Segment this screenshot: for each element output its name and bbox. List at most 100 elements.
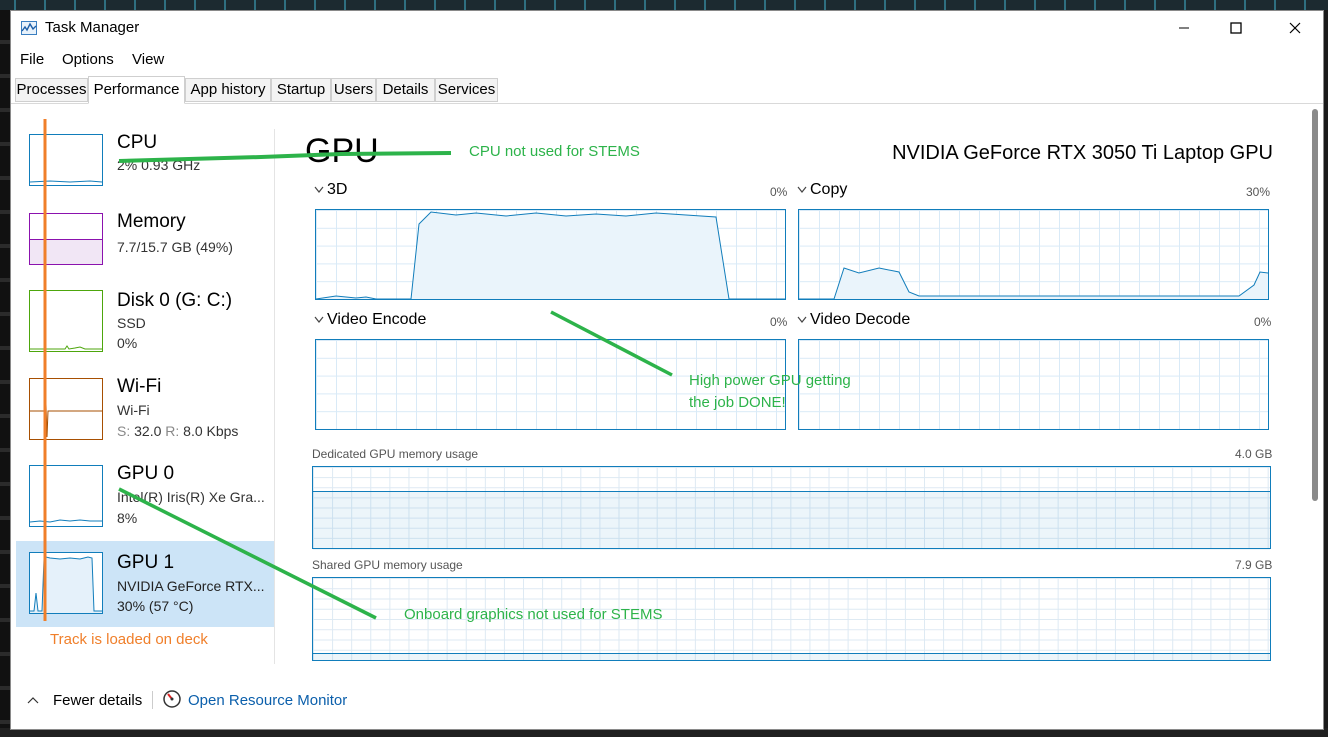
engine-copy-graph: [798, 209, 1269, 300]
chevron-down-icon[interactable]: [314, 316, 324, 324]
sidebar-disk-type: SSD: [117, 315, 146, 331]
disk-thumbnail-graph: [30, 345, 102, 350]
gpu0-thumbnail-graph: [29, 519, 102, 523]
shared-memory-label: Shared GPU memory usage: [312, 558, 463, 572]
scrollbar[interactable]: [1312, 109, 1318, 501]
engine-video-decode-label[interactable]: Video Decode: [810, 311, 910, 329]
shared-memory-max: 7.9 GB: [1235, 558, 1273, 572]
chevron-down-icon[interactable]: [797, 186, 807, 194]
tab-processes[interactable]: Processes: [15, 78, 88, 102]
task-manager-icon: [21, 21, 37, 35]
menu-file[interactable]: File: [20, 51, 44, 68]
close-button[interactable]: [1272, 11, 1318, 45]
tab-startup[interactable]: Startup: [271, 78, 331, 102]
wifi-thumbnail: [29, 378, 103, 440]
engine-copy-percent: 30%: [1246, 185, 1271, 199]
sidebar-gpu1-model: NVIDIA GeForce RTX...: [117, 578, 265, 594]
annotation-gpu-high-line2: the job DONE!: [689, 394, 786, 411]
tab-bar: Processes Performance App history Startu…: [11, 73, 1323, 104]
resource-sidebar: CPU 2% 0.93 GHz Memory 7.7/15.7 GB (49%)…: [16, 123, 276, 627]
sidebar-item-cpu[interactable]: CPU 2% 0.93 GHz: [16, 127, 274, 209]
sidebar-wifi-throughput: S: 32.0 R: 8.0 Kbps: [117, 423, 238, 439]
page-title: GPU: [305, 132, 379, 170]
sidebar-cpu-detail: 2% 0.93 GHz: [117, 157, 201, 173]
wifi-receive-value: 8.0 Kbps: [183, 423, 239, 439]
maximize-button[interactable]: [1213, 11, 1259, 45]
sidebar-item-gpu0[interactable]: GPU 0 Intel(R) Iris(R) Xe Gra... 8%: [16, 458, 274, 540]
engine-video-encode-label[interactable]: Video Encode: [327, 311, 426, 329]
sidebar-divider: [274, 129, 275, 664]
engine-video-decode-graph: [798, 339, 1269, 430]
sidebar-item-memory[interactable]: Memory 7.7/15.7 GB (49%): [16, 206, 274, 288]
sidebar-memory-name: Memory: [117, 211, 186, 232]
close-icon: [1289, 22, 1301, 34]
engine-video-encode-percent: 0%: [770, 315, 788, 329]
engine-video-decode-percent: 0%: [1254, 315, 1272, 329]
window-title: Task Manager: [45, 19, 140, 36]
sidebar-item-wifi[interactable]: Wi-Fi Wi-Fi S: 32.0 R: 8.0 Kbps: [16, 371, 274, 453]
annotation-track: Track is loaded on deck: [50, 631, 208, 648]
footer: Fewer details Open Resource Monitor: [11, 683, 1323, 723]
tab-performance[interactable]: Performance: [88, 76, 185, 104]
dedicated-memory-fill: [313, 491, 1270, 550]
engine-3d-label[interactable]: 3D: [327, 181, 347, 199]
sidebar-gpu0-usage: 8%: [117, 510, 138, 526]
annotation-onboard: Onboard graphics not used for STEMS: [404, 606, 663, 623]
engine-copy-graph-line: [799, 267, 1268, 299]
sidebar-wifi-adapter: Wi-Fi: [117, 402, 150, 418]
resource-monitor-icon: [163, 690, 181, 708]
menu-bar: File Options View: [11, 49, 1323, 73]
annotation-gpu-high-line1: High power GPU getting: [689, 372, 851, 389]
wifi-receive-label: R:: [165, 423, 180, 439]
title-bar[interactable]: Task Manager: [11, 11, 1323, 47]
minimize-button[interactable]: [1161, 11, 1207, 45]
tab-services[interactable]: Services: [435, 78, 498, 102]
shared-memory-fill: [313, 653, 1270, 660]
chevron-down-icon[interactable]: [314, 186, 324, 194]
engine-copy-label[interactable]: Copy: [810, 181, 847, 199]
engine-3d-percent: 0%: [770, 185, 788, 199]
dedicated-memory-max: 4.0 GB: [1235, 447, 1273, 461]
footer-divider: [152, 691, 153, 709]
tab-app-history[interactable]: App history: [185, 78, 271, 102]
open-resource-monitor-link[interactable]: Open Resource Monitor: [188, 692, 347, 709]
sidebar-item-disk[interactable]: Disk 0 (G: C:) SSD 0%: [16, 283, 274, 365]
menu-options[interactable]: Options: [62, 51, 114, 68]
background-strip: [0, 0, 1328, 10]
minimize-icon: [1179, 27, 1189, 29]
fewer-details-link[interactable]: Fewer details: [53, 692, 142, 709]
gpu0-thumbnail: [29, 465, 103, 527]
task-manager-window: Task Manager File Options View Processes…: [10, 10, 1324, 730]
chevron-down-icon[interactable]: [797, 316, 807, 324]
sidebar-disk-name: Disk 0 (G: C:): [117, 290, 233, 311]
disk-thumbnail: [29, 290, 103, 352]
dedicated-memory-graph: [312, 466, 1271, 550]
sidebar-wifi-name: Wi-Fi: [117, 376, 162, 397]
engine-3d-graph: [315, 209, 786, 300]
chevron-up-icon[interactable]: [27, 696, 39, 704]
engine-3d-graph-line: [316, 211, 785, 299]
sidebar-gpu1-usage: 30% (57 °C): [117, 598, 194, 614]
wifi-send-label: S:: [117, 423, 131, 439]
maximize-icon: [1230, 22, 1242, 34]
sidebar-item-gpu1[interactable]: GPU 1 NVIDIA GeForce RTX... 30% (57 °C): [16, 541, 274, 627]
menu-view[interactable]: View: [132, 51, 164, 68]
dedicated-memory-label: Dedicated GPU memory usage: [312, 447, 479, 461]
wifi-thumbnail-graph: [30, 403, 102, 438]
annotation-cpu: CPU not used for STEMS: [469, 143, 640, 160]
gpu1-thumbnail-graph: [30, 556, 102, 613]
sidebar-disk-usage: 0%: [117, 335, 138, 351]
tab-users[interactable]: Users: [331, 78, 376, 102]
gpu-model-name: NVIDIA GeForce RTX 3050 Ti Laptop GPU: [892, 142, 1273, 164]
sidebar-gpu1-name: GPU 1: [117, 552, 175, 573]
sidebar-memory-detail: 7.7/15.7 GB (49%): [117, 239, 233, 255]
sidebar-cpu-name: CPU: [117, 132, 158, 153]
sidebar-gpu0-name: GPU 0: [117, 463, 175, 484]
cpu-thumbnail-graph: [29, 180, 103, 183]
sidebar-gpu0-model: Intel(R) Iris(R) Xe Gra...: [117, 489, 265, 505]
gpu1-thumbnail: [29, 552, 103, 614]
tab-details[interactable]: Details: [376, 78, 435, 102]
memory-thumbnail: [29, 213, 103, 265]
wifi-send-value: 32.0: [134, 423, 162, 439]
cpu-thumbnail: [29, 134, 103, 186]
